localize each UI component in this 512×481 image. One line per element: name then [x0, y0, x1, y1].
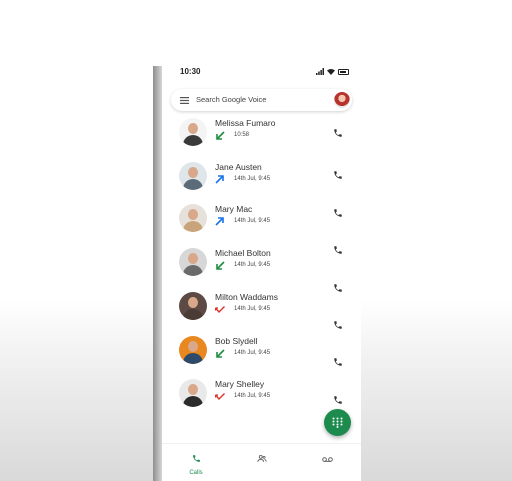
contact-name: Milton Waddams — [215, 292, 278, 302]
dialpad-icon — [332, 417, 343, 428]
phone-icon[interactable] — [333, 395, 343, 405]
contact-avatar[interactable] — [179, 118, 207, 146]
nav-calls[interactable]: Calls — [176, 450, 216, 476]
status-time: 10:30 — [180, 67, 201, 76]
search-bar[interactable]: Search Google Voice — [171, 89, 352, 111]
contact-avatar[interactable] — [179, 292, 207, 320]
nav-contacts[interactable] — [242, 450, 282, 468]
missed-call-icon — [215, 393, 225, 401]
contact-name: Melissa Fumaro — [215, 118, 276, 128]
contact-avatar[interactable] — [179, 204, 207, 232]
call-timestamp: 14th Jul, 9:45 — [234, 306, 271, 312]
dialpad-button[interactable] — [324, 409, 351, 436]
phone-icon[interactable] — [333, 208, 343, 218]
incoming-call-icon — [216, 349, 225, 358]
phone-icon[interactable] — [333, 320, 343, 330]
status-bar: 10:30 — [162, 66, 361, 80]
phone-screen: 10:30 Search Google Voice Melissa Fumaro… — [162, 60, 361, 481]
missed-call-icon — [215, 306, 225, 314]
contact-name: Mary Mac — [215, 204, 253, 214]
phone-icon — [192, 455, 200, 462]
incoming-call-icon — [216, 261, 225, 270]
call-list-item[interactable]: Melissa Fumaro 10:58 — [162, 114, 361, 154]
search-input[interactable]: Search Google Voice — [196, 95, 266, 104]
nav-voicemail[interactable] — [307, 450, 347, 468]
menu-icon[interactable] — [180, 97, 189, 104]
nav-calls-label: Calls — [189, 470, 203, 476]
battery-icon — [338, 69, 349, 75]
call-list-item[interactable]: Mary Shelley 14th Jul, 9:45 — [162, 375, 361, 415]
call-list-item[interactable]: Milton Waddams 14th Jul, 9:45 — [162, 288, 361, 328]
incoming-call-icon — [216, 131, 225, 140]
phone-icon[interactable] — [333, 357, 343, 367]
outgoing-call-icon — [215, 175, 224, 184]
contact-name: Michael Bolton — [215, 248, 271, 258]
phone-icon[interactable] — [333, 128, 343, 138]
contact-avatar[interactable] — [179, 379, 207, 407]
call-list-item[interactable]: Jane Austen 14th Jul, 9:45 — [162, 158, 361, 198]
phone-frame-edge — [153, 66, 162, 481]
wifi-icon — [327, 69, 335, 75]
phone-icon[interactable] — [333, 245, 343, 255]
call-list-item[interactable]: Michael Bolton 14th Jul, 9:45 — [162, 244, 361, 284]
call-timestamp: 14th Jul, 9:45 — [234, 218, 271, 224]
call-list-item[interactable]: Mary Mac 14th Jul, 9:45 — [162, 200, 361, 240]
contact-avatar[interactable] — [179, 162, 207, 190]
signal-icon — [316, 68, 324, 75]
voicemail-icon — [321, 457, 333, 462]
contact-avatar[interactable] — [179, 248, 207, 276]
call-timestamp: 14th Jul, 9:45 — [234, 262, 271, 268]
contact-avatar[interactable] — [179, 336, 207, 364]
call-timestamp: 14th Jul, 9:45 — [234, 176, 271, 182]
outgoing-call-icon — [215, 217, 224, 226]
contact-name: Jane Austen — [215, 162, 262, 172]
contacts-icon — [257, 454, 267, 462]
call-timestamp: 10:58 — [234, 132, 250, 138]
account-avatar[interactable] — [334, 92, 350, 108]
phone-icon[interactable] — [333, 283, 343, 293]
phone-icon[interactable] — [333, 170, 343, 180]
call-list-item[interactable]: Bob Slydell 14th Jul, 9:45 — [162, 332, 361, 372]
bottom-nav: Calls — [162, 443, 361, 481]
contact-name: Mary Shelley — [215, 379, 265, 389]
contact-name: Bob Slydell — [215, 336, 258, 346]
status-icons — [316, 68, 349, 75]
call-timestamp: 14th Jul, 9:45 — [234, 393, 271, 399]
call-timestamp: 14th Jul, 9:45 — [234, 350, 271, 356]
